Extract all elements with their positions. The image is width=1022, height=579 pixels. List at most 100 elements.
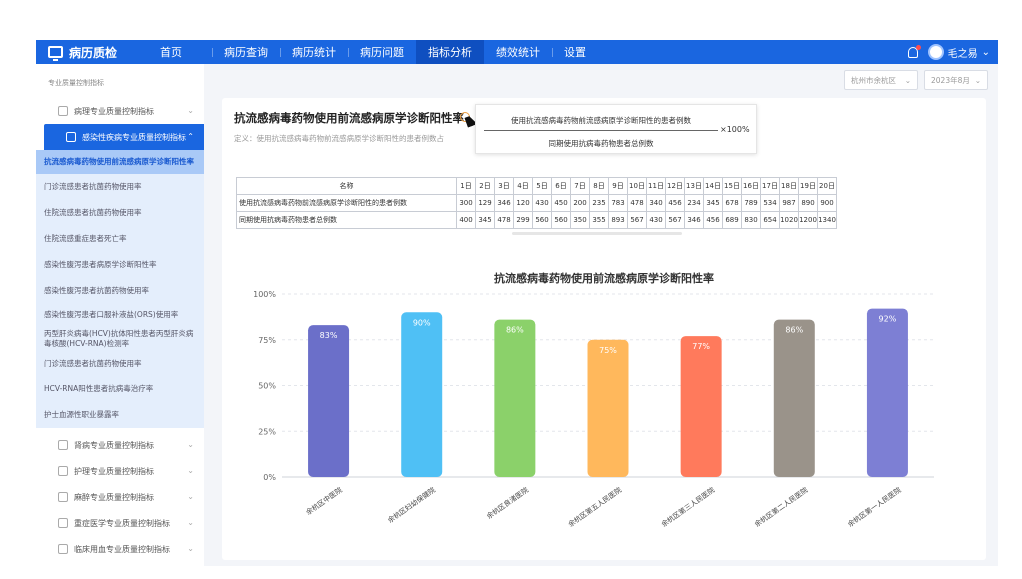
bar-value-label: 92% — [879, 315, 897, 324]
x-tick-label: 余杭区妇幼保健院 — [386, 485, 437, 524]
table-header-day: 19日 — [798, 177, 818, 195]
sidebar-item[interactable]: 感染性腹泻患者抗菌药物使用率 — [36, 278, 204, 304]
table-row: 同期使用抗病毒药物患者总例数 400 345 478 299 560 560 350 355 89… — [236, 211, 837, 229]
sidebar-item[interactable]: 住院流感重症患者死亡率 — [36, 226, 204, 252]
table-cell: 567 — [627, 211, 647, 229]
nav-home[interactable]: 首页 — [148, 40, 194, 64]
table-cell: 346 — [494, 194, 514, 212]
sidebar-group-infectious[interactable]: 感染性疾病专业质量控制指标 ⌃ — [44, 124, 204, 150]
sidebar-group-nursing[interactable]: 护理专业质量控制指标 ⌄ — [36, 458, 204, 484]
sidebar-group-label: 重症医学专业质量控制指标 — [74, 518, 170, 528]
table-cell: 400 — [456, 211, 476, 229]
table-header-day: 13日 — [684, 177, 704, 195]
table-cell: 678 — [722, 194, 742, 212]
daily-data-table: 名称 1日 2日 3日 4日 5日 6日 7日 8日 9日 10日 11日 12日 13日 14日 15日 1… — [236, 177, 837, 229]
x-tick-label: 余杭区第三人民医院 — [660, 485, 717, 529]
formula-tooltip: 使用抗流感病毒药物前流感病原学诊断阳性的患者例数 同期使用抗病毒药物患者总例数 … — [475, 104, 757, 154]
table-header-day: 3日 — [494, 177, 514, 195]
app-window: 病历质检 首页 病历查询 病历统计 病历问题 指标分析 绩效统计 设置 毛之易 … — [36, 40, 998, 566]
region-select[interactable]: 杭州市余杭区 ⌄ — [844, 70, 918, 90]
blood-drop-icon — [58, 544, 68, 554]
table-header-day: 11日 — [646, 177, 666, 195]
formula-numerator: 使用抗流感病毒药物前流感病原学诊断阳性的患者例数 — [511, 116, 691, 125]
sidebar-item[interactable]: 住院流感患者抗菌药物使用率 — [36, 200, 204, 226]
table-cell: 987 — [779, 194, 799, 212]
kidney-icon — [58, 440, 68, 450]
app-logo[interactable]: 病历质检 — [36, 44, 148, 61]
table-cell: 129 — [475, 194, 495, 212]
formula-multiplier: ×100% — [720, 125, 750, 134]
nav-indicator-analysis[interactable]: 指标分析 — [416, 40, 484, 64]
bar — [401, 312, 443, 477]
nurse-icon — [58, 466, 68, 476]
bar — [308, 325, 350, 477]
sidebar-group-pathology[interactable]: 病理专业质量控制指标 ⌄ — [36, 98, 204, 124]
bar-value-label: 86% — [785, 326, 803, 335]
bar — [494, 319, 536, 477]
month-select[interactable]: 2023年8月 ⌄ — [924, 70, 988, 90]
table-header-day: 6日 — [551, 177, 571, 195]
table-cell: 1200 — [798, 211, 818, 229]
table-cell: 567 — [665, 211, 685, 229]
table-cell: 350 — [570, 211, 590, 229]
chevron-down-icon: ⌄ — [187, 440, 194, 449]
table-cell: 345 — [703, 194, 723, 212]
table-cell: 534 — [760, 194, 780, 212]
table-cell: 300 — [456, 194, 476, 212]
table-row-name: 同期使用抗病毒药物患者总例数 — [236, 211, 457, 229]
y-tick-label: 75% — [258, 336, 276, 345]
sidebar-item[interactable]: 门诊流感患者抗菌药物使用率 — [36, 174, 204, 200]
sidebar-group-nephrology[interactable]: 肾病专业质量控制指标 ⌄ — [36, 432, 204, 458]
y-tick-label: 25% — [258, 427, 276, 436]
table-cell: 478 — [627, 194, 647, 212]
nav-record-issues[interactable]: 病历问题 — [348, 40, 416, 64]
bar — [866, 308, 908, 477]
sidebar-item-antiviral-positive-rate[interactable]: 抗流感病毒药物使用前流感病原学诊断阳性率 — [36, 150, 204, 174]
bar — [587, 339, 629, 477]
table-header-day: 8日 — [589, 177, 609, 195]
region-select-value: 杭州市余杭区 — [851, 75, 896, 85]
sidebar-group-label: 麻醉专业质量控制指标 — [74, 492, 154, 502]
table-cell: 689 — [722, 211, 742, 229]
sidebar-item[interactable]: 感染性腹泻患者口服补液盐(ORS)使用率 — [36, 304, 204, 326]
table-cell: 1340 — [817, 211, 837, 229]
sidebar-group-label: 肾病专业质量控制指标 — [74, 440, 154, 450]
nav-settings[interactable]: 设置 — [552, 40, 598, 64]
table-header-day: 4日 — [513, 177, 533, 195]
chevron-down-icon: ⌄ — [187, 492, 194, 501]
indicator-definition: 定义：使用抗流感病毒药物前流感病原学诊断阳性的患者例数占 — [234, 134, 444, 143]
table-header-day: 18日 — [779, 177, 799, 195]
nav-performance-stats[interactable]: 绩效统计 — [484, 40, 552, 64]
formula-denominator: 同期使用抗病毒药物患者总例数 — [548, 139, 654, 148]
table-cell: 654 — [760, 211, 780, 229]
chevron-up-icon: ⌃ — [187, 132, 194, 141]
table-row-name: 使用抗流感病毒药物前流感病原学诊断阳性的患者例数 — [236, 194, 457, 212]
table-cell: 340 — [646, 194, 666, 212]
sidebar-item[interactable]: HCV-RNA阳性患者抗病毒治疗率 — [36, 376, 204, 402]
nav-record-query[interactable]: 病历查询 — [212, 40, 280, 64]
x-tick-label: 余杭区第一人民医院 — [846, 485, 903, 529]
table-cell: 430 — [532, 194, 552, 212]
table-scrollbar[interactable] — [512, 232, 682, 235]
sidebar-group-anesthesia[interactable]: 麻醉专业质量控制指标 ⌄ — [36, 484, 204, 510]
table-cell: 478 — [494, 211, 514, 229]
y-tick-label: 100% — [253, 290, 276, 299]
sidebar-item[interactable]: 门诊流感患者抗菌药物使用率 — [36, 352, 204, 376]
sidebar-group-icu[interactable]: 重症医学专业质量控制指标 ⌄ — [36, 510, 204, 536]
table-cell: 299 — [513, 211, 533, 229]
table-header-day: 2日 — [475, 177, 495, 195]
nav-record-stats[interactable]: 病历统计 — [280, 40, 348, 64]
topbar-right: 毛之易 ⌄ — [907, 40, 990, 64]
y-tick-label: 0% — [263, 473, 276, 482]
sidebar-breadcrumb: 专业质量控制指标 — [48, 79, 104, 87]
user-menu[interactable]: 毛之易 ⌄ — [927, 44, 990, 60]
sidebar-item[interactable]: 护士血源性职业暴露率 — [36, 402, 204, 428]
table-cell: 890 — [798, 194, 818, 212]
sidebar-item[interactable]: 丙型肝炎病毒(HCV)抗体阳性患者丙型肝炎病毒核酸(HCV-RNA)检测率 — [36, 326, 204, 352]
sidebar-item[interactable]: 感染性腹泻患者病原学诊断阳性率 — [36, 252, 204, 278]
x-tick-label: 余杭区第二人民医院 — [753, 485, 810, 529]
sidebar-group-blood[interactable]: 临床用血专业质量控制指标 ⌄ — [36, 536, 204, 562]
bell-icon[interactable] — [907, 44, 921, 58]
table-header-day: 12日 — [665, 177, 685, 195]
y-tick-label: 50% — [258, 382, 276, 391]
